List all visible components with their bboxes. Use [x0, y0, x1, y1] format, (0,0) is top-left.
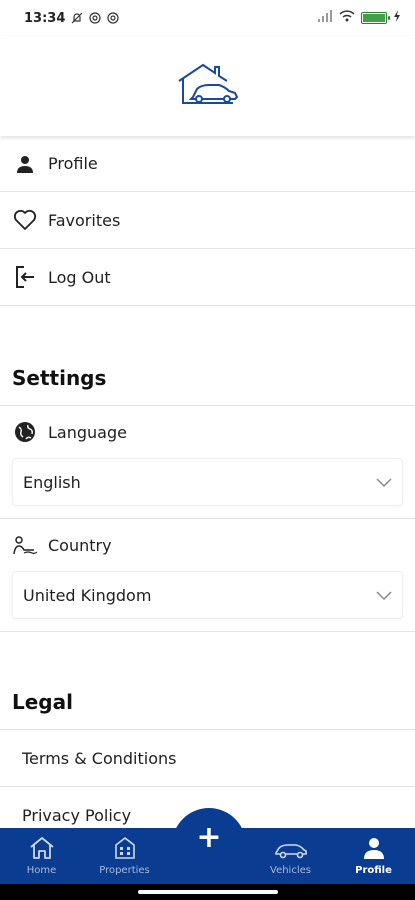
- at-icon: [89, 12, 101, 24]
- menu-item-label: Profile: [48, 154, 98, 173]
- menu-item-favorites[interactable]: Favorites: [0, 192, 415, 249]
- menu-item-label: Favorites: [48, 210, 121, 230]
- status-bar: 13:34: [0, 0, 415, 36]
- menu-item-logout[interactable]: Log Out: [0, 249, 415, 306]
- country-select[interactable]: United Kingdom: [12, 571, 403, 619]
- system-gesture-area: [0, 884, 415, 900]
- nav-label: Vehicles: [270, 865, 311, 876]
- status-time: 13:34: [24, 10, 66, 26]
- car-icon: [274, 840, 308, 865]
- status-right: [317, 10, 401, 26]
- battery-icon: [361, 12, 390, 24]
- location-person-icon: [12, 532, 38, 558]
- nav-label: Home: [26, 865, 57, 876]
- settings-heading: Settings: [0, 368, 415, 406]
- country-label: Country: [48, 535, 112, 555]
- status-left: 13:34: [24, 11, 119, 26]
- globe-icon: [12, 419, 38, 445]
- country-select-wrap: United Kingdom: [0, 571, 415, 632]
- person-icon: [12, 151, 38, 177]
- legal-item-terms[interactable]: Terms & Conditions: [0, 730, 415, 787]
- nav-item-properties[interactable]: Properties: [90, 836, 160, 884]
- menu-item-label: Log Out: [48, 267, 111, 287]
- building-icon: [112, 836, 138, 865]
- wifi-icon: [339, 10, 355, 26]
- legal-heading: Legal: [0, 692, 415, 730]
- at-icon: [107, 12, 119, 24]
- chevron-down-icon: [376, 473, 392, 492]
- plus-icon: +: [196, 820, 222, 855]
- language-select[interactable]: English: [12, 458, 403, 506]
- country-value: United Kingdom: [23, 585, 152, 605]
- chevron-down-icon: [376, 586, 392, 605]
- home-gesture-bar[interactable]: [137, 890, 278, 894]
- bell-off-icon: [71, 12, 83, 24]
- house-car-logo-icon: [175, 61, 241, 111]
- language-label-row: Language: [0, 406, 415, 458]
- heart-icon: [12, 207, 38, 233]
- signal-icon: [317, 10, 333, 26]
- menu-item-profile[interactable]: Profile: [0, 136, 415, 192]
- nav-item-vehicles[interactable]: Vehicles: [256, 840, 326, 884]
- profile-content[interactable]: Profile Favorites Log Out Settings Langu…: [0, 136, 415, 828]
- app-header: [0, 36, 415, 136]
- nav-item-home[interactable]: Home: [7, 836, 77, 884]
- language-select-wrap: English: [0, 458, 415, 519]
- logout-icon: [12, 264, 38, 290]
- nav-label: Profile: [355, 865, 392, 876]
- language-value: English: [23, 472, 81, 492]
- home-icon: [29, 836, 55, 865]
- person-icon: [362, 836, 386, 865]
- language-label: Language: [48, 422, 127, 442]
- nav-label: Properties: [99, 865, 150, 876]
- nav-item-profile[interactable]: Profile: [339, 836, 409, 884]
- country-label-row: Country: [0, 519, 415, 571]
- charging-icon: [393, 10, 401, 26]
- add-button[interactable]: +: [172, 808, 246, 882]
